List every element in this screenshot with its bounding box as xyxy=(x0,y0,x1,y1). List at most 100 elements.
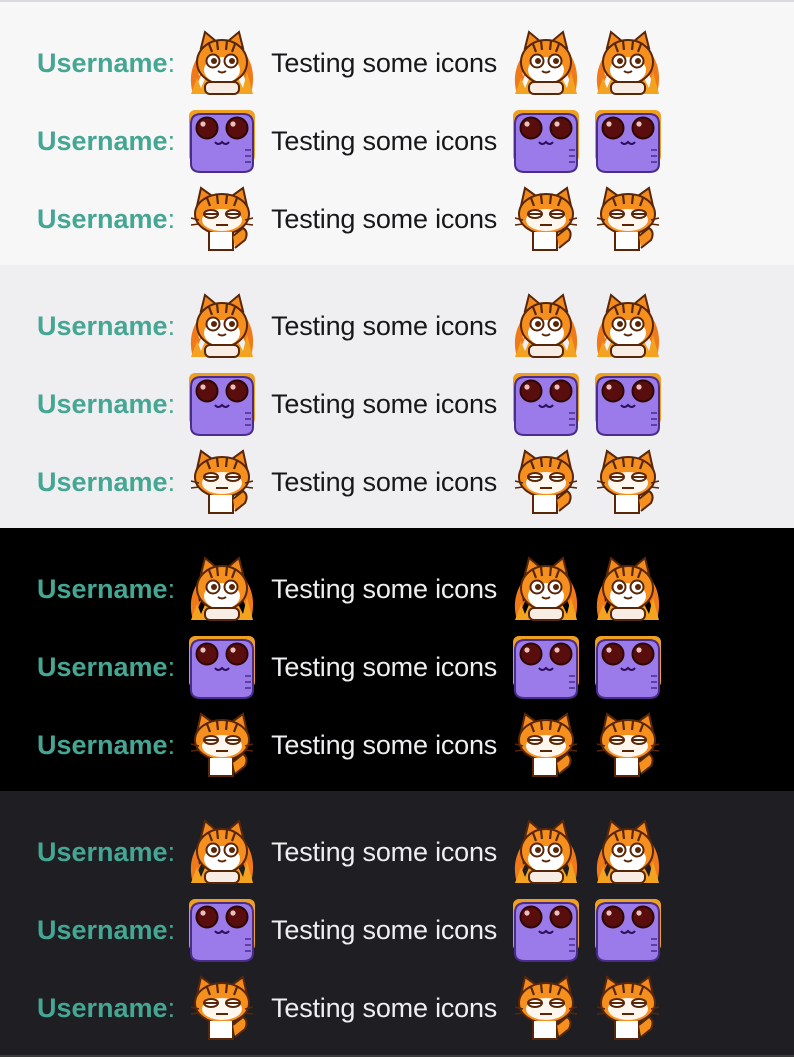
message-text: Testing some icons xyxy=(271,573,498,604)
username-colon: : xyxy=(167,125,176,156)
username-text: Username xyxy=(37,466,168,497)
username-text: Username xyxy=(37,573,168,604)
cat-deadpan-icon[interactable] xyxy=(187,184,257,254)
cat-deadpan-icon[interactable] xyxy=(593,184,663,254)
username-colon: : xyxy=(167,388,176,419)
username-text: Username xyxy=(37,203,168,234)
chat-panel-light-gray: Username: Testing some icons Username: T… xyxy=(0,265,794,528)
chat-line: Username: Testing some icons xyxy=(37,365,794,443)
purple-cat-icon[interactable] xyxy=(593,369,663,439)
username-colon: : xyxy=(167,914,176,945)
chat-line: Username: Testing some icons xyxy=(37,891,794,969)
chat-panel-light: Username: Testing some icons Username: T… xyxy=(0,0,794,265)
message-text: Testing some icons xyxy=(271,651,498,682)
username[interactable]: Username: xyxy=(37,652,175,683)
username-colon: : xyxy=(167,47,176,78)
purple-cat-icon[interactable] xyxy=(511,632,581,702)
username-colon: : xyxy=(167,573,176,604)
username[interactable]: Username: xyxy=(37,204,175,235)
purple-cat-icon[interactable] xyxy=(593,895,663,965)
cat-deadpan-icon[interactable] xyxy=(187,973,257,1043)
username[interactable]: Username: xyxy=(37,837,175,868)
chat-line: Username: Testing some icons xyxy=(37,628,794,706)
username[interactable]: Username: xyxy=(37,467,175,498)
username-colon: : xyxy=(167,729,176,760)
username[interactable]: Username: xyxy=(37,389,175,420)
username-colon: : xyxy=(167,836,176,867)
cat-peek-icon[interactable] xyxy=(511,291,581,361)
username-text: Username xyxy=(37,729,168,760)
cat-deadpan-icon[interactable] xyxy=(511,184,581,254)
cat-deadpan-icon[interactable] xyxy=(511,710,581,780)
cat-peek-icon[interactable] xyxy=(187,554,257,624)
username[interactable]: Username: xyxy=(37,574,175,605)
chat-line: Username: Testing some icons xyxy=(37,550,794,628)
cat-peek-icon[interactable] xyxy=(511,554,581,624)
purple-cat-icon[interactable] xyxy=(187,106,257,176)
chat-panel-dark: Username: Testing some icons Username: T… xyxy=(0,528,794,791)
username-colon: : xyxy=(167,310,176,341)
cat-deadpan-icon[interactable] xyxy=(511,973,581,1043)
username-colon: : xyxy=(167,992,176,1023)
username-text: Username xyxy=(37,125,168,156)
purple-cat-icon[interactable] xyxy=(187,369,257,439)
username[interactable]: Username: xyxy=(37,993,175,1024)
purple-cat-icon[interactable] xyxy=(511,895,581,965)
username-colon: : xyxy=(167,651,176,682)
message-text: Testing some icons xyxy=(271,729,498,760)
purple-cat-icon[interactable] xyxy=(511,106,581,176)
chat-panel-dark-gray: Username: Testing some icons Username: T… xyxy=(0,791,794,1057)
message-text: Testing some icons xyxy=(271,203,498,234)
username-text: Username xyxy=(37,836,168,867)
purple-cat-icon[interactable] xyxy=(593,106,663,176)
message-text: Testing some icons xyxy=(271,388,498,419)
purple-cat-icon[interactable] xyxy=(187,895,257,965)
message-text: Testing some icons xyxy=(271,914,498,945)
cat-peek-icon[interactable] xyxy=(187,817,257,887)
purple-cat-icon[interactable] xyxy=(187,632,257,702)
message-text: Testing some icons xyxy=(271,466,498,497)
username-colon: : xyxy=(167,203,176,234)
chat-line: Username: Testing some icons xyxy=(37,24,794,102)
message-text: Testing some icons xyxy=(271,992,498,1023)
cat-peek-icon[interactable] xyxy=(593,554,663,624)
username[interactable]: Username: xyxy=(37,126,175,157)
chat-line: Username: Testing some icons xyxy=(37,443,794,521)
cat-deadpan-icon[interactable] xyxy=(593,710,663,780)
cat-peek-icon[interactable] xyxy=(511,817,581,887)
message-text: Testing some icons xyxy=(271,47,498,78)
cat-peek-icon[interactable] xyxy=(511,28,581,98)
message-text: Testing some icons xyxy=(271,125,498,156)
chat-line: Username: Testing some icons xyxy=(37,706,794,784)
username-text: Username xyxy=(37,388,168,419)
cat-deadpan-icon[interactable] xyxy=(511,447,581,517)
username-text: Username xyxy=(37,651,168,682)
username[interactable]: Username: xyxy=(37,311,175,342)
cat-peek-icon[interactable] xyxy=(593,817,663,887)
cat-peek-icon[interactable] xyxy=(187,28,257,98)
chat-preview: Username: Testing some icons Username: T… xyxy=(0,0,794,1059)
username[interactable]: Username: xyxy=(37,915,175,946)
cat-deadpan-icon[interactable] xyxy=(593,973,663,1043)
username-text: Username xyxy=(37,310,168,341)
cat-deadpan-icon[interactable] xyxy=(187,447,257,517)
chat-line: Username: Testing some icons xyxy=(37,180,794,258)
username-text: Username xyxy=(37,992,168,1023)
purple-cat-icon[interactable] xyxy=(511,369,581,439)
username-text: Username xyxy=(37,914,168,945)
message-text: Testing some icons xyxy=(271,836,498,867)
chat-line: Username: Testing some icons xyxy=(37,102,794,180)
chat-line: Username: Testing some icons xyxy=(37,813,794,891)
username[interactable]: Username: xyxy=(37,48,175,79)
cat-deadpan-icon[interactable] xyxy=(593,447,663,517)
username[interactable]: Username: xyxy=(37,730,175,761)
cat-peek-icon[interactable] xyxy=(187,291,257,361)
chat-line: Username: Testing some icons xyxy=(37,969,794,1047)
purple-cat-icon[interactable] xyxy=(593,632,663,702)
cat-peek-icon[interactable] xyxy=(593,28,663,98)
cat-peek-icon[interactable] xyxy=(593,291,663,361)
username-text: Username xyxy=(37,47,168,78)
cat-deadpan-icon[interactable] xyxy=(187,710,257,780)
chat-line: Username: Testing some icons xyxy=(37,287,794,365)
message-text: Testing some icons xyxy=(271,310,498,341)
